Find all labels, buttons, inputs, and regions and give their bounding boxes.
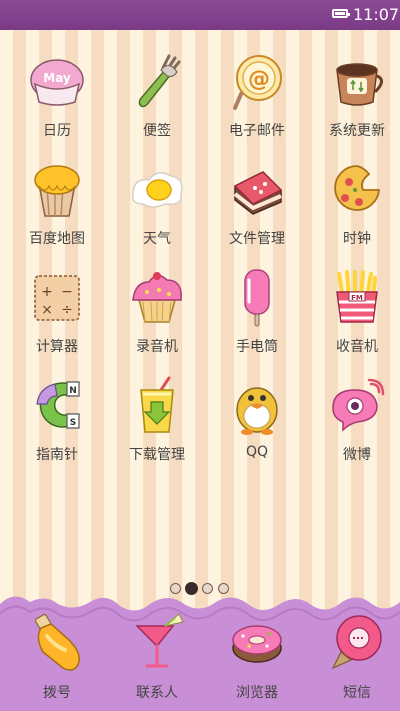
radio-icon: FM [336, 270, 378, 323]
app-radio[interactable]: FM 收音机 [307, 268, 400, 376]
svg-text:+: + [41, 284, 53, 300]
app-file-manager[interactable]: 文件管理 [207, 160, 307, 268]
app-weibo[interactable]: 微博 [307, 376, 400, 484]
baidu-map-icon [34, 165, 80, 217]
svg-text:×: × [41, 302, 53, 318]
app-baidu-map[interactable]: 百度地图 [7, 160, 107, 268]
dock-messages[interactable]: 短信 [307, 594, 400, 702]
app-flashlight[interactable]: 手电筒 [207, 268, 307, 376]
recorder-icon [132, 272, 182, 323]
browser-icon [232, 625, 282, 663]
status-bar: 11:07 [0, 0, 400, 30]
battery-icon [332, 9, 350, 18]
page-dot[interactable] [202, 583, 213, 594]
app-label: 指南针 [36, 447, 78, 463]
app-label: 短信 [343, 685, 371, 701]
app-label: 浏览器 [236, 685, 278, 701]
svg-text:FM: FM [351, 294, 363, 302]
app-label: 计算器 [36, 339, 78, 355]
compass-icon: N S [36, 381, 80, 429]
app-system-update[interactable]: 系统更新 [307, 52, 400, 160]
svg-text:S: S [70, 418, 76, 428]
app-email[interactable]: @ 电子邮件 [207, 52, 307, 160]
app-label: QQ [245, 444, 269, 460]
flashlight-icon [244, 269, 270, 327]
dialer-icon [34, 613, 81, 671]
app-label: 微博 [343, 447, 371, 463]
app-label: 录音机 [136, 339, 178, 355]
page-dot[interactable] [218, 583, 229, 594]
app-qq[interactable]: QQ [207, 376, 307, 484]
qq-icon [236, 387, 278, 435]
dock-browser[interactable]: 浏览器 [207, 594, 307, 702]
notes-icon [138, 54, 181, 108]
app-label: 文件管理 [229, 231, 285, 247]
file-manager-icon [233, 171, 283, 215]
app-label: 电子邮件 [229, 123, 285, 139]
app-label: 手电筒 [236, 339, 278, 355]
app-weather[interactable]: 天气 [107, 160, 207, 268]
app-label: 便签 [143, 123, 171, 139]
status-time: 11:07 [353, 5, 400, 24]
svg-text:N: N [69, 386, 77, 396]
app-download-manager[interactable]: 下载管理 [107, 376, 207, 484]
download-manager-icon [140, 376, 174, 433]
calculator-icon: + − × ÷ [34, 275, 80, 321]
app-label: 系统更新 [329, 123, 385, 139]
app-label: 天气 [143, 231, 171, 247]
clock-icon [334, 165, 380, 211]
weibo-icon [332, 378, 385, 432]
app-recorder[interactable]: 录音机 [107, 268, 207, 376]
app-notes[interactable]: 便签 [107, 52, 207, 160]
weather-icon [131, 172, 183, 208]
contacts-icon [135, 613, 184, 668]
app-calendar[interactable]: May 日历 [7, 52, 107, 160]
svg-text:@: @ [248, 67, 270, 92]
app-label: 日历 [43, 123, 71, 139]
app-calculator[interactable]: + − × ÷ 计算器 [7, 268, 107, 376]
app-label: 百度地图 [29, 231, 85, 247]
system-update-icon [336, 63, 383, 106]
app-label: 收音机 [336, 339, 378, 355]
app-label: 下载管理 [129, 447, 185, 463]
app-label: 联系人 [136, 685, 178, 701]
dock-dialer[interactable]: 拨号 [7, 594, 107, 702]
app-label: 时钟 [343, 231, 371, 247]
dock-contacts[interactable]: 联系人 [107, 594, 207, 702]
messages-icon [331, 615, 382, 670]
app-label: 拨号 [43, 685, 71, 701]
page-dot[interactable] [170, 583, 181, 594]
dock: 拨号 联系人 浏览器 短信 [0, 594, 400, 711]
app-clock[interactable]: 时钟 [307, 160, 400, 268]
email-icon: @ [233, 55, 282, 110]
svg-text:÷: ÷ [61, 302, 73, 318]
app-compass[interactable]: N S 指南针 [7, 376, 107, 484]
calendar-icon: May [30, 59, 84, 106]
svg-text:−: − [61, 284, 73, 300]
svg-text:May: May [43, 71, 71, 85]
